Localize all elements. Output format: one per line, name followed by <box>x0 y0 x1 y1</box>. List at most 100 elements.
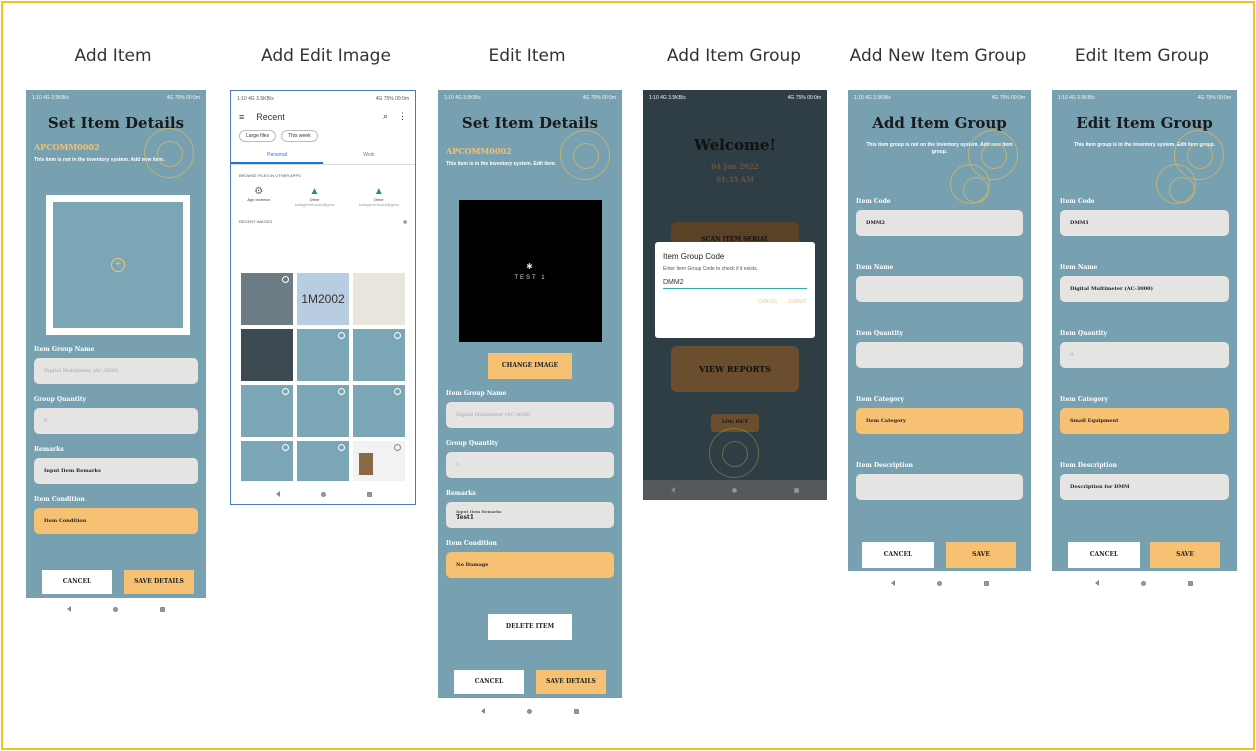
group-quantity-field[interactable]: 1 <box>446 452 614 478</box>
more-icon[interactable]: ⋮ <box>398 111 407 122</box>
group-quantity-label: Group Quantity <box>34 396 87 403</box>
back-icon[interactable] <box>891 580 895 586</box>
item-name-field[interactable]: Digital Multimeter (AC-3000) <box>1060 276 1229 302</box>
app-drive-2[interactable]: ▲ Drive todayjeremoore@gma <box>359 186 399 207</box>
home-icon[interactable] <box>731 487 737 493</box>
tab-bar: Personal Work <box>231 148 415 165</box>
recents-icon[interactable] <box>366 491 372 497</box>
tab-work[interactable]: Work <box>323 148 415 164</box>
item-category-dropdown[interactable]: Item Category <box>856 408 1023 434</box>
tab-personal[interactable]: Personal <box>231 148 323 164</box>
back-icon[interactable] <box>67 606 71 612</box>
cancel-button[interactable]: CANCEL <box>42 570 112 594</box>
item-name-label: Item Name <box>1060 264 1098 271</box>
group-name-field[interactable]: Digital Multimeter (AC-3000) <box>34 358 198 384</box>
image-thumb[interactable] <box>353 441 405 481</box>
image-thumb[interactable] <box>241 441 293 481</box>
image-thumb[interactable] <box>241 329 293 381</box>
dialog-title: Item Group Code <box>663 252 725 261</box>
menu-icon[interactable]: ≡ <box>239 112 244 122</box>
status-indicators: 4G 75% 00:0m <box>375 96 409 102</box>
remarks-value: Test1 <box>456 514 474 521</box>
item-group-code-dialog: Item Group Code Enter Item Group Code to… <box>655 242 815 338</box>
item-name-field[interactable] <box>856 276 1023 302</box>
change-image-button[interactable]: CHANGE IMAGE <box>488 353 572 379</box>
app-list: ⚙ App Inventor ▲ Drive todayjeremoore@gma ▲… <box>231 182 415 211</box>
item-code-label: Item Code <box>856 198 891 205</box>
group-name-field[interactable]: Digital Multimeter (AC-3000) <box>446 402 614 428</box>
cancel-button[interactable]: CANCEL <box>862 542 934 568</box>
app-inventor[interactable]: ⚙ App Inventor <box>247 186 270 207</box>
android-nav-bar <box>1074 578 1214 588</box>
recents-icon[interactable] <box>574 708 579 714</box>
android-nav-bar <box>256 489 392 499</box>
cancel-button[interactable]: CANCEL <box>1068 542 1140 568</box>
back-icon[interactable] <box>1095 580 1099 586</box>
recents-icon[interactable] <box>984 580 989 586</box>
home-icon[interactable] <box>320 491 326 497</box>
recents-icon[interactable] <box>160 606 165 612</box>
page-title: Edit Item Group <box>1076 114 1213 132</box>
item-image[interactable]: ✱ TEST 1 <box>459 200 602 342</box>
drive-icon: ▲ <box>309 186 320 197</box>
item-quantity-field[interactable]: 0 <box>1060 342 1229 368</box>
status-time: 1:10 4G 3.5KB/s <box>649 95 686 101</box>
item-code-field[interactable]: DMM1 <box>1060 210 1229 236</box>
status-time: 1:10 4G 3.5KB/s <box>237 96 274 102</box>
item-condition-dropdown[interactable]: Item Condition <box>34 508 198 534</box>
status-bar: 1:10 4G 3.5KB/s 4G 75% 00:0m <box>1052 90 1237 106</box>
image-placeholder[interactable]: + <box>46 195 190 335</box>
item-category-dropdown[interactable]: Small Equipment <box>1060 408 1229 434</box>
recents-icon[interactable] <box>1188 580 1193 586</box>
page-title: Set Item Details <box>461 114 599 132</box>
save-details-button[interactable]: SAVE DETAILS <box>536 670 606 694</box>
home-icon[interactable] <box>1141 580 1146 586</box>
search-icon[interactable]: ⌕ <box>383 111 388 122</box>
status-indicators: 4G 75% 00:0m <box>991 95 1025 101</box>
image-thumb[interactable] <box>297 329 349 381</box>
image-thumb[interactable] <box>353 273 405 325</box>
android-nav-bar <box>460 706 600 716</box>
home-icon[interactable] <box>113 606 118 612</box>
image-thumb[interactable] <box>353 385 405 437</box>
dialog-input[interactable]: DMM2 <box>663 279 807 289</box>
dialog-submit-button[interactable]: SUBMIT <box>788 299 807 305</box>
item-code-field[interactable]: DMM2 <box>856 210 1023 236</box>
remarks-label: Remarks <box>34 446 64 453</box>
home-icon[interactable] <box>527 708 532 714</box>
caption-edit-item-group: Edit Item Group <box>1074 46 1210 66</box>
remarks-field[interactable]: Input Item Remarks <box>34 458 198 484</box>
image-thumb[interactable] <box>297 385 349 437</box>
cancel-button[interactable]: CANCEL <box>454 670 524 694</box>
image-thumb[interactable] <box>241 273 293 325</box>
image-thumb[interactable] <box>241 385 293 437</box>
back-icon[interactable] <box>671 487 676 493</box>
status-bar: 1:10 4G 3.5KB/s 4G 75% 00:0m <box>643 90 827 106</box>
filter-chips: Large files This week <box>231 126 415 146</box>
grid-view-icon[interactable]: ▦ <box>403 219 407 224</box>
dialog-cancel-button[interactable]: CANCEL <box>758 299 778 305</box>
view-reports-button[interactable]: VIEW REPORTS <box>671 346 799 392</box>
delete-item-button[interactable]: DELETE ITEM <box>488 614 572 640</box>
home-icon[interactable] <box>937 580 942 586</box>
image-thumb[interactable] <box>353 329 405 381</box>
item-condition-dropdown[interactable]: No Damage <box>446 552 614 578</box>
recents-icon[interactable] <box>793 487 799 493</box>
item-quantity-field[interactable] <box>856 342 1023 368</box>
save-details-button[interactable]: SAVE DETAILS <box>124 570 194 594</box>
item-description-field[interactable] <box>856 474 1023 500</box>
app-drive-1[interactable]: ▲ Drive todayjeremoore@gma <box>295 186 335 207</box>
back-icon[interactable] <box>276 491 281 497</box>
image-thumb[interactable]: 1M2002 <box>297 273 349 325</box>
item-description-field[interactable]: Description for DMM <box>1060 474 1229 500</box>
save-button[interactable]: SAVE <box>1150 542 1220 568</box>
chip-large-files[interactable]: Large files <box>239 130 277 142</box>
image-thumb[interactable] <box>297 441 349 481</box>
thumb-text: 1M2002 <box>301 292 345 306</box>
save-button[interactable]: SAVE <box>946 542 1016 568</box>
chip-this-week[interactable]: This week <box>281 130 318 142</box>
back-icon[interactable] <box>481 708 485 714</box>
remarks-field[interactable]: Input Item Remarks Test1 <box>446 502 614 528</box>
status-indicators: 4G 75% 00:0m <box>582 95 616 101</box>
group-quantity-field[interactable]: 0 <box>34 408 198 434</box>
